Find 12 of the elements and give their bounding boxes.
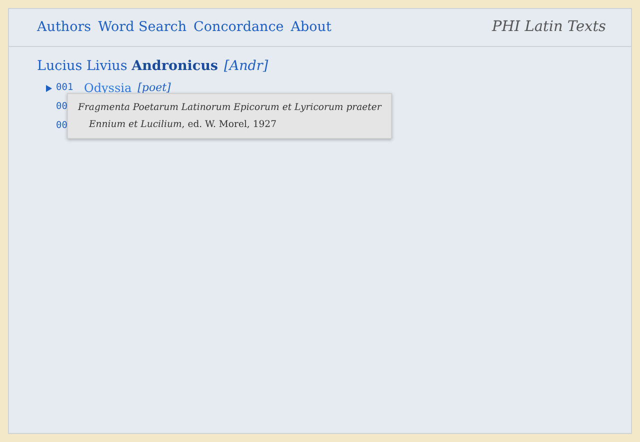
- author-abbreviation: [Andr]: [224, 57, 268, 76]
- nav-link[interactable]: Concordance: [194, 17, 284, 38]
- nav-link[interactable]: Word Search: [98, 17, 187, 38]
- work-number: 001: [56, 81, 74, 96]
- nav-link[interactable]: Authors: [37, 17, 92, 38]
- author-name[interactable]: Lucius Livius Andronicus: [37, 56, 218, 76]
- work-number: 00: [56, 119, 68, 134]
- work-genre: [poet]: [138, 81, 171, 96]
- nav-link[interactable]: About: [290, 17, 332, 38]
- site-title: PHI Latin Texts: [492, 18, 606, 37]
- work-title[interactable]: Odyssia: [84, 81, 132, 96]
- tooltip: Fragmenta Poetarum Latinorum Epicorum et Lyricorum praeter Ennium et Lucilium, ed. W. Morel, 1927: [67, 93, 392, 139]
